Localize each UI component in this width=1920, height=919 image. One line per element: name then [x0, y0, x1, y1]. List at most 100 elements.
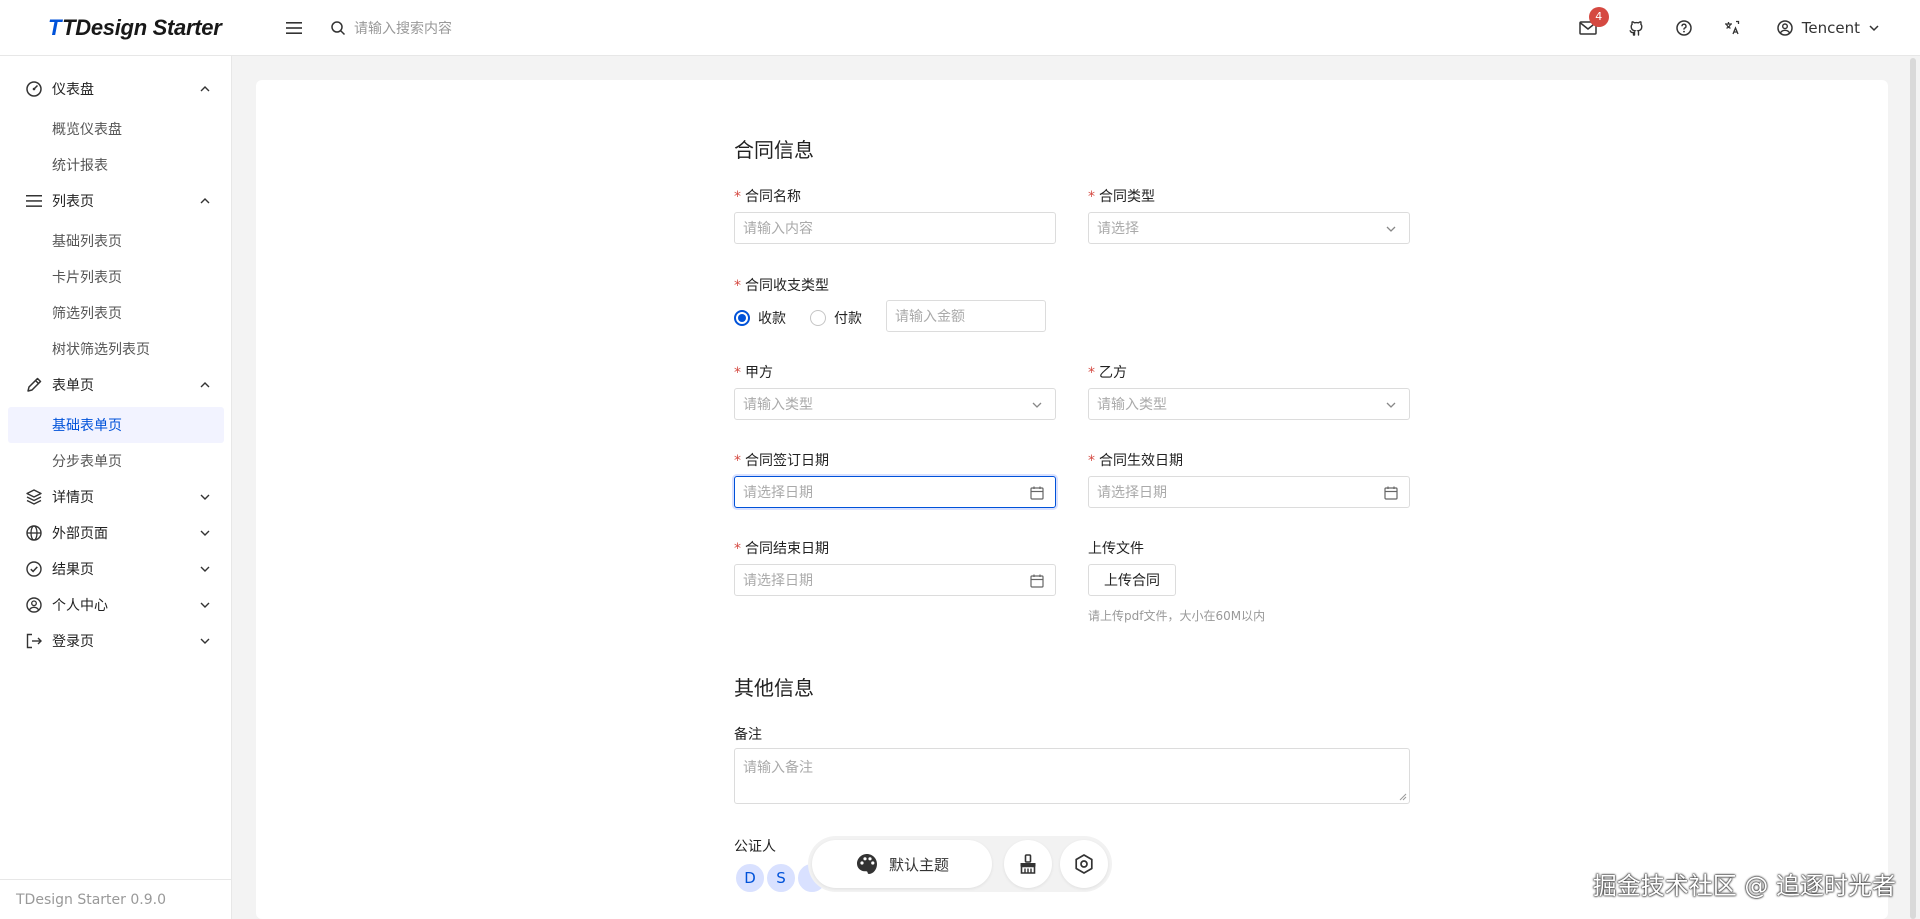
- sidebar-group-label: 外部页面: [52, 526, 108, 542]
- sidebar-group-label: 个人中心: [52, 598, 108, 614]
- label-text: 合同名称: [745, 189, 801, 205]
- logo[interactable]: T TDesign Starter: [48, 14, 222, 42]
- required-mark: *: [734, 453, 741, 469]
- top-header: T TDesign Starter 请输入搜索内容 4 Tencent: [0, 0, 1920, 56]
- sidebar-item-list-tree[interactable]: 树状筛选列表页: [8, 331, 224, 367]
- end-date-label: * 合同结束日期: [734, 538, 829, 558]
- label-text: 合同签订日期: [745, 453, 829, 469]
- sidebar: 仪表盘 概览仪表盘 统计报表 列表页 基础列表页 卡片列表页 筛选列表页 树状筛…: [0, 56, 232, 919]
- theme-label: 默认主题: [888, 855, 949, 874]
- party-a-label: * 甲方: [734, 362, 773, 382]
- menu-toggle-button[interactable]: [282, 16, 306, 40]
- sidebar-group-profile[interactable]: 个人中心: [8, 587, 224, 623]
- palette-icon: [856, 854, 877, 874]
- chevron-down-icon: [200, 602, 210, 608]
- effective-date-picker[interactable]: 请选择日期: [1088, 476, 1410, 508]
- user-circle-icon: [1777, 20, 1793, 36]
- chevron-up-icon: [200, 198, 210, 204]
- notary-label: 公证人: [734, 839, 776, 855]
- sidebar-item-form-base[interactable]: 基础表单页: [8, 407, 224, 443]
- calendar-icon: [1030, 486, 1044, 500]
- chevron-up-icon: [200, 382, 210, 388]
- chevron-down-icon: [200, 494, 210, 500]
- label-text: 乙方: [1099, 365, 1127, 381]
- label-text: 合同类型: [1099, 189, 1155, 205]
- party-b-select[interactable]: 请输入类型: [1088, 388, 1410, 420]
- chevron-down-icon: [1869, 25, 1879, 32]
- user-menu[interactable]: Tencent: [1776, 19, 1880, 37]
- floating-toolbar: 默认主题: [808, 836, 1112, 892]
- calendar-icon: [1030, 574, 1044, 588]
- placeholder: 请输入类型: [743, 397, 813, 413]
- placeholder: 请选择日期: [743, 573, 813, 589]
- placeholder: 请选择: [1097, 221, 1139, 237]
- label-text: 合同生效日期: [1099, 453, 1183, 469]
- list-icon: [24, 191, 44, 211]
- upload-label: 上传文件: [1088, 541, 1144, 557]
- avatar: S: [765, 862, 797, 894]
- radio-pay[interactable]: 付款: [810, 308, 862, 328]
- remark-label: 备注: [734, 727, 762, 743]
- radio-receive[interactable]: 收款: [734, 308, 786, 328]
- sidebar-group-label: 结果页: [52, 562, 94, 578]
- section-title-other: 其他信息: [734, 676, 814, 700]
- sidebar-item-list-filter[interactable]: 筛选列表页: [8, 295, 224, 331]
- scrollbar[interactable]: [1910, 58, 1916, 919]
- required-mark: *: [734, 278, 741, 294]
- upload-contract-button[interactable]: 上传合同: [1088, 564, 1176, 596]
- contract-name-label: * 合同名称: [734, 186, 801, 206]
- sidebar-item-dashboard-overview[interactable]: 概览仪表盘: [8, 111, 224, 147]
- edit-icon: [24, 375, 44, 395]
- sidebar-group-external[interactable]: 外部页面: [8, 515, 224, 551]
- remark-textarea[interactable]: 请输入备注: [734, 748, 1410, 804]
- layers-icon: [24, 487, 44, 507]
- sidebar-item-list-base[interactable]: 基础列表页: [8, 223, 224, 259]
- label-text: 合同收支类型: [745, 278, 829, 294]
- sidebar-group-dashboard[interactable]: 仪表盘: [8, 71, 224, 107]
- notification-button[interactable]: 4: [1576, 7, 1609, 40]
- search-input[interactable]: 请输入搜索内容: [354, 18, 452, 38]
- sign-date-picker[interactable]: 请选择日期: [734, 476, 1056, 508]
- required-mark: *: [1088, 453, 1095, 469]
- github-button[interactable]: [1624, 16, 1648, 40]
- sidebar-group-label: 表单页: [52, 378, 94, 394]
- end-date-picker[interactable]: 请选择日期: [734, 564, 1056, 596]
- sidebar-group-result[interactable]: 结果页: [8, 551, 224, 587]
- label-text: 合同结束日期: [745, 541, 829, 557]
- sidebar-group-label: 详情页: [52, 490, 94, 506]
- resize-handle-icon[interactable]: [1399, 793, 1407, 801]
- placeholder: 请输入备注: [743, 760, 813, 776]
- party-a-select[interactable]: 请输入类型: [734, 388, 1056, 420]
- sidebar-group-label: 登录页: [52, 634, 94, 650]
- sidebar-item-dashboard-stats[interactable]: 统计报表: [8, 147, 224, 183]
- contract-type-select[interactable]: 请选择: [1088, 212, 1410, 244]
- placeholder: 请输入金额: [895, 309, 965, 325]
- sidebar-item-form-step[interactable]: 分步表单页: [8, 443, 224, 479]
- chevron-down-icon: [1386, 226, 1396, 232]
- contract-name-input[interactable]: 请输入内容: [734, 212, 1056, 244]
- sidebar-group-list[interactable]: 列表页: [8, 183, 224, 219]
- search-bar[interactable]: 请输入搜索内容: [330, 16, 452, 40]
- dashboard-icon: [24, 79, 44, 99]
- clean-button[interactable]: [1004, 840, 1052, 888]
- user-name: Tencent: [1801, 19, 1860, 37]
- amount-input[interactable]: 请输入金额: [886, 300, 1046, 332]
- label-text: 甲方: [745, 365, 773, 381]
- help-button[interactable]: [1672, 16, 1696, 40]
- radio-label: 收款: [758, 311, 786, 327]
- header-actions: 4 Tencent: [1576, 7, 1880, 44]
- chevron-down-icon: [1032, 402, 1042, 408]
- sidebar-group-form[interactable]: 表单页: [8, 367, 224, 403]
- calendar-icon: [1384, 486, 1398, 500]
- theme-button[interactable]: 默认主题: [812, 840, 992, 888]
- watermark: 掘金技术社区 @ 追逐时光者: [1592, 872, 1896, 900]
- settings-button[interactable]: [1060, 840, 1108, 888]
- sidebar-item-list-card[interactable]: 卡片列表页: [8, 259, 224, 295]
- sidebar-group-login[interactable]: 登录页: [8, 623, 224, 659]
- translate-button[interactable]: [1720, 16, 1744, 40]
- required-mark: *: [734, 189, 741, 205]
- sidebar-group-detail[interactable]: 详情页: [8, 479, 224, 515]
- sidebar-group-label: 仪表盘: [52, 82, 94, 98]
- sign-date-label: * 合同签订日期: [734, 450, 829, 470]
- effective-date-label: * 合同生效日期: [1088, 450, 1183, 470]
